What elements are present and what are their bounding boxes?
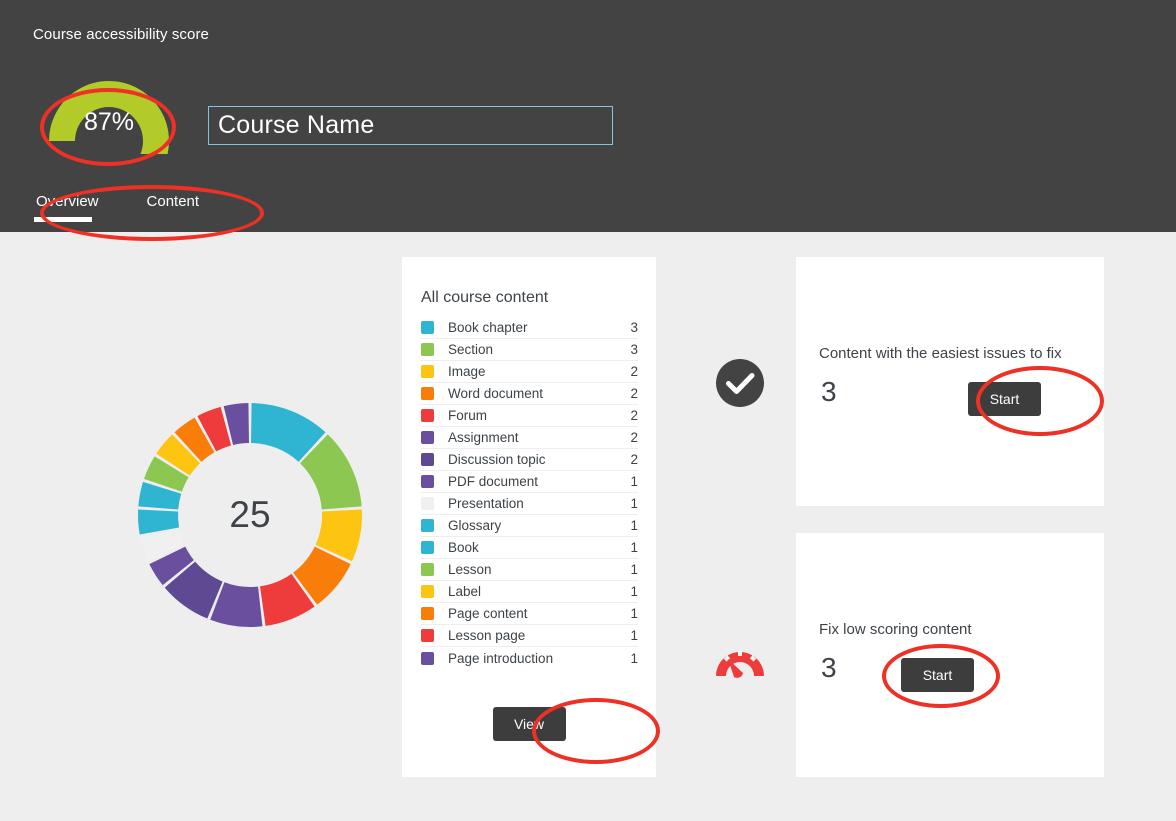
legend-label: Glossary [448,518,502,533]
course-name-value: Course Name [218,111,375,139]
start-button-easiest[interactable]: Start [968,382,1041,416]
header-tabs: Overview Content [34,193,247,222]
start-button-easiest-container: Start [968,382,1041,416]
legend-color-swatch [421,519,434,532]
legend-row[interactable]: Book chapter 3 [421,317,638,339]
legend-label: Discussion topic [448,452,546,467]
speedometer-icon [712,632,764,684]
low-scoring-heading: Fix low scoring content [819,621,972,638]
legend-label: Word document [448,386,544,401]
legend-row[interactable]: Forum 2 [421,405,638,427]
legend-label: Presentation [448,496,524,511]
legend-label: Lesson page [448,628,526,643]
legend-label: Page introduction [448,650,554,666]
legend-count: 1 [630,518,638,533]
accessibility-dashboard: Course accessibility score 87% Course Na… [0,0,1176,821]
legend-row[interactable]: Glossary 1 [421,515,638,537]
donut-chart-svg [138,403,362,627]
page-header: Course accessibility score 87% Course Na… [0,0,1176,232]
legend-color-swatch [421,409,434,422]
legend-count: 1 [630,562,638,577]
legend-color-swatch [421,541,434,554]
legend-label: Page content [448,606,528,621]
legend-label: Image [448,364,486,379]
legend-label: Book [448,540,479,555]
legend-row[interactable]: Lesson 1 [421,559,638,581]
legend-count: 1 [630,496,638,511]
legend-row[interactable]: Word document 2 [421,383,638,405]
legend-color-swatch [421,321,434,334]
easiest-issues-card: Content with the easiest issues to fix 3… [796,257,1104,506]
page-title: Course accessibility score [33,26,209,43]
legend-count: 1 [630,628,638,643]
tab-content[interactable]: Content [147,193,200,222]
donut-slice[interactable] [138,509,180,535]
legend-label: Assignment [448,430,519,445]
tab-active-indicator [34,217,92,222]
low-scoring-content-card: Fix low scoring content 3 Start [796,533,1104,777]
legend-label: Label [448,584,482,599]
content-donut-chart: 25 [120,385,380,645]
legend-row[interactable]: Label 1 [421,581,638,603]
legend-row[interactable]: Assignment 2 [421,427,638,449]
check-circle-icon [714,357,766,409]
legend-row[interactable]: Image 2 [421,361,638,383]
course-name-input[interactable]: Course Name [208,106,613,145]
legend-color-swatch [421,563,434,576]
view-button-container: View [402,707,656,741]
legend-color-swatch [421,651,434,665]
low-scoring-count: 3 [821,652,837,683]
legend-count: 1 [630,540,638,555]
legend-label: PDF document [448,474,539,489]
legend-color-swatch [421,387,434,400]
tab-overview-label: Overview [36,193,99,210]
legend-count: 1 [630,650,638,666]
legend-color-swatch [421,365,434,378]
legend-color-swatch [421,629,434,642]
legend-row[interactable]: Book 1 [421,537,638,559]
legend-color-swatch [421,585,434,598]
legend-count: 3 [630,320,638,335]
score-percentage: 87% [83,108,135,136]
legend-count: 3 [630,342,638,357]
legend-row[interactable]: Page introduction 1 [421,647,638,669]
legend-count: 2 [630,386,638,401]
legend-count: 2 [630,430,638,445]
legend-card-title: All course content [421,289,549,306]
legend-label: Forum [448,408,488,423]
legend-label: Lesson [448,562,492,577]
all-course-content-card: All course content Book chapter 3 Section 3… [402,257,656,777]
legend-count: 1 [630,606,638,621]
legend-color-swatch [421,497,434,510]
legend-row[interactable]: Lesson page 1 [421,625,638,647]
legend-row[interactable]: Discussion topic 2 [421,449,638,471]
easiest-issues-count: 3 [821,376,837,407]
legend-color-swatch [421,431,434,444]
legend-color-swatch [421,343,434,356]
legend-color-swatch [421,607,434,620]
tab-overview[interactable]: Overview [34,193,99,222]
legend-count: 1 [630,584,638,599]
legend-label: Section [448,342,494,357]
legend-count: 2 [630,364,638,379]
legend-color-swatch [421,475,434,488]
tab-content-label: Content [146,193,200,210]
content-type-list: Book chapter 3 Section 3 Image 2 Word document… [421,317,638,669]
legend-count: 2 [630,452,638,467]
legend-row[interactable]: PDF document 1 [421,471,638,493]
legend-count: 2 [630,408,638,423]
legend-row[interactable]: Presentation 1 [421,493,638,515]
legend-color-swatch [421,453,434,466]
legend-count: 1 [630,474,638,489]
start-button-lowscore[interactable]: Start [901,658,974,692]
view-button[interactable]: View [492,707,566,741]
start-button-lowscore-container: Start [901,658,974,692]
easiest-issues-heading: Content with the easiest issues to fix [819,345,1062,362]
legend-row[interactable]: Page content 1 [421,603,638,625]
legend-label: Book chapter [448,320,528,335]
legend-row[interactable]: Section 3 [421,339,638,361]
score-gauge: 87% [36,62,182,154]
